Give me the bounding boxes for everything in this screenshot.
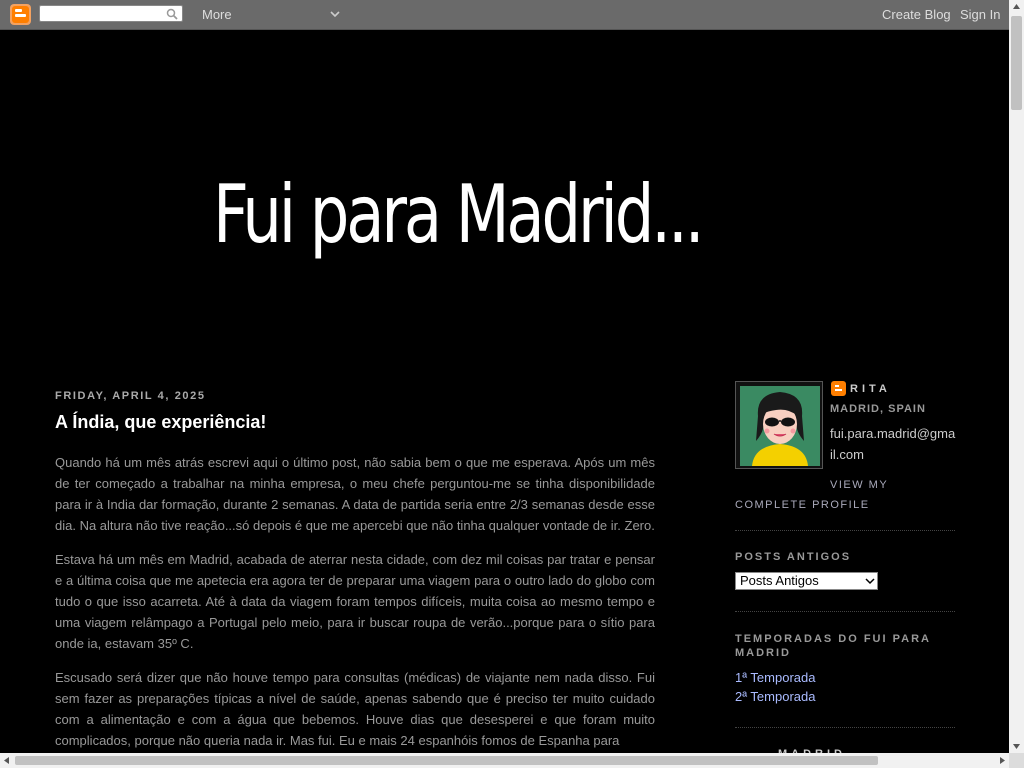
blogger-logo-icon[interactable] [10,4,31,25]
post-date: Friday, April 4, 2025 [55,390,206,402]
search-icon[interactable] [166,8,178,20]
scroll-right-icon[interactable] [998,756,1007,765]
sign-in-link[interactable]: Sign In [960,7,1000,22]
post-body: Quando há um mês atrás escrevi aqui o úl… [55,452,655,764]
seasons-title: Temporadas do Fui para Madrid [735,633,931,659]
chevron-down-icon [865,578,875,585]
avatar[interactable] [735,381,823,469]
avatar-illustration [740,386,820,466]
season-link-2[interactable]: 2ª Temporada [735,689,815,704]
view-profile-link[interactable]: View my complete profile [735,475,957,515]
profile-name[interactable]: Rita [850,383,891,395]
blog-title[interactable]: Fui para Madrid... [213,168,705,261]
season-link-1[interactable]: 1ª Temporada [735,670,815,685]
search-input[interactable] [39,5,183,22]
more-menu[interactable]: More [202,7,232,22]
archive-title: Posts Antigos [735,551,852,563]
archive-selected: Posts Antigos [740,573,819,588]
vertical-scroll-thumb[interactable] [1011,16,1022,110]
sidebar-divider [735,611,955,612]
blogger-profile-icon [831,381,846,396]
post-title[interactable]: A Índia, que experiência! [55,412,266,433]
scroll-down-icon[interactable] [1012,742,1021,751]
horizontal-scrollbar[interactable] [0,753,1009,768]
profile-location: Madrid, Spain [830,403,926,415]
post-paragraph: Escusado será dizer que não houve tempo … [55,670,655,748]
blogger-navbar: More Create Blog Sign In [0,0,1009,30]
vertical-scrollbar[interactable] [1009,0,1024,753]
horizontal-scroll-thumb[interactable] [15,756,878,765]
sidebar-divider [735,727,955,728]
archive-dropdown[interactable]: Posts Antigos [735,572,878,590]
scroll-left-icon[interactable] [2,756,11,765]
create-blog-link[interactable]: Create Blog [882,7,951,22]
post-paragraph: Quando há um mês atrás escrevi aqui o úl… [55,455,655,533]
profile-email: fui.para.madrid@gmail.com [830,426,956,462]
chevron-down-icon[interactable] [329,8,341,20]
post-paragraph: Estava há um mês em Madrid, acabada de a… [55,552,655,651]
sidebar-divider [735,530,955,531]
scrollbar-corner [1009,753,1024,768]
scroll-up-icon[interactable] [1012,2,1021,11]
